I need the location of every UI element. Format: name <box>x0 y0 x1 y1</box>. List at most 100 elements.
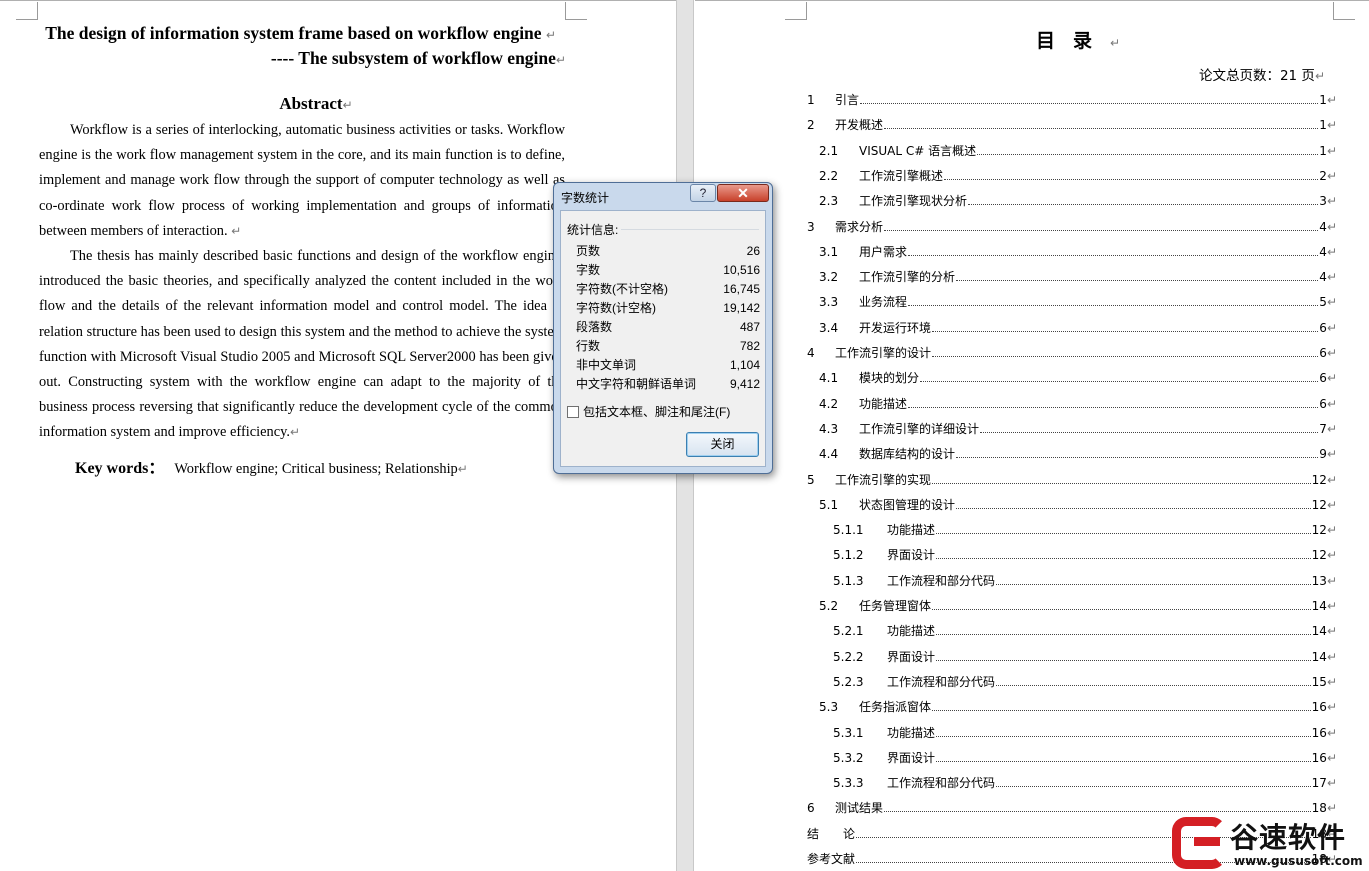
toc-entry-page: 14 <box>1311 599 1327 613</box>
document-title-line2[interactable]: ---- The subsystem of workflow engine↵ <box>40 48 566 69</box>
toc-entry[interactable]: 5.1.2 界面设计 12 ↵ <box>807 546 1337 566</box>
toc-entry[interactable]: 3.3 业务流程 5 ↵ <box>807 293 1337 313</box>
toc-entry-page: 15 <box>1311 674 1327 689</box>
include-textboxes-checkbox[interactable]: 包括文本框、脚注和尾注(F) <box>567 403 730 420</box>
paragraph-mark: ↵ <box>1326 649 1337 664</box>
toc-entry-text: 工作流引擎的分析 <box>859 270 956 285</box>
stat-value: 9,412 <box>729 377 760 391</box>
document-title-line1[interactable]: The design of information system frame b… <box>40 23 556 44</box>
toc-entry[interactable]: 5.2 任务管理窗体 14 ↵ <box>807 597 1337 617</box>
toc-entry-number: 5 <box>807 472 815 487</box>
toc-entry[interactable]: 4.3 工作流引擎的详细设计 7 ↵ <box>807 420 1337 440</box>
stat-row: 页数 26 <box>576 242 760 261</box>
toc-entry-number: 2 <box>807 118 815 133</box>
stat-row: 段落数 487 <box>576 318 760 337</box>
toc-entry[interactable]: 5.1.1 功能描述 12 ↵ <box>807 521 1337 541</box>
paragraph-mark: ↵ <box>1326 270 1337 285</box>
toc-entry[interactable]: 5.3.3 工作流程和部分代码 17 ↵ <box>807 774 1337 794</box>
toc-dot-leader <box>908 406 1319 408</box>
statistics-section-label: 统计信息: <box>567 223 619 237</box>
stat-value: 10,516 <box>723 263 760 277</box>
paragraph-mark: ↵ <box>1326 396 1337 411</box>
toc-entry-text: 数据库结构的设计 <box>859 447 956 462</box>
toc-entry-text: 功能描述 <box>887 523 936 538</box>
toc-dot-leader <box>936 735 1311 737</box>
paragraph-mark: ↵ <box>1326 93 1337 107</box>
toc-entry[interactable]: 4 工作流引擎的设计 6 ↵ <box>807 344 1337 364</box>
toc-entry-page: 4 <box>1319 219 1327 234</box>
toc-entry-number: 5.2.3 <box>833 674 864 689</box>
toc-entry[interactable]: 4.4 数据库结构的设计 9 ↵ <box>807 445 1337 465</box>
toc-entry[interactable]: 5.3.2 界面设计 16 ↵ <box>807 749 1337 769</box>
stat-row: 字符数(不计空格) 16,745 <box>576 280 760 299</box>
toc-dot-leader <box>884 811 1311 813</box>
toc-entry-text: 界面设计 <box>887 750 936 765</box>
toc-entry[interactable]: 5 工作流引擎的实现 12 ↵ <box>807 471 1337 491</box>
toc-dot-leader <box>884 128 1319 130</box>
paragraph-mark: ↵ <box>1326 523 1337 538</box>
paragraph-mark: ↵ <box>1326 497 1337 512</box>
toc-entry-text: 工作流引擎的设计 <box>835 346 932 360</box>
paragraph-mark: ↵ <box>1326 244 1337 259</box>
toc-entry[interactable]: 4.2 功能描述 6 ↵ <box>807 395 1337 415</box>
page-top-edge-left <box>0 0 676 1</box>
toc-entry[interactable]: 5.1.3 工作流程和部分代码 13 ↵ <box>807 572 1337 592</box>
toc-entry-number: 5.1.1 <box>833 523 864 538</box>
page-top-edge-right <box>695 0 1369 1</box>
toc-entry[interactable]: 3 需求分析 4 ↵ <box>807 218 1337 238</box>
toc-dot-leader <box>920 381 1319 383</box>
toc-entry[interactable]: 2.3 工作流引擎现状分析 3 ↵ <box>807 192 1337 212</box>
toc-entry-page: 3 <box>1319 194 1327 209</box>
toc-entry[interactable]: 5.3 任务指派窗体 16 ↵ <box>807 698 1337 718</box>
paragraph-mark: ↵ <box>1326 725 1337 740</box>
toc-entry-text: 工作流引擎概述 <box>859 168 944 183</box>
paragraph-mark: ↵ <box>1326 700 1337 715</box>
toc-entry[interactable]: 4.1 模块的划分 6 ↵ <box>807 369 1337 389</box>
toc-entry[interactable]: 3.1 用户需求 4 ↵ <box>807 243 1337 263</box>
toc-entry[interactable]: 5.2.3 工作流程和部分代码 15 ↵ <box>807 673 1337 693</box>
keywords-line[interactable]: Key words： Workflow engine; Critical busi… <box>75 454 468 478</box>
paragraph-mark: ↵ <box>1326 447 1337 462</box>
toc-entry-text: 引言 <box>835 93 860 107</box>
abstract-paragraph-1[interactable]: Workflow is a series of interlocking, au… <box>39 118 565 244</box>
stat-row: 字数 10,516 <box>576 261 760 280</box>
toc-entry-number: 4 <box>807 346 815 360</box>
toc-entry[interactable]: 2.2 工作流引擎概述 2 ↵ <box>807 167 1337 187</box>
toc-dot-leader <box>932 609 1311 610</box>
toc-title[interactable]: 目录↵ <box>1036 26 1120 53</box>
close-button[interactable]: 关闭 <box>686 432 759 457</box>
toc-dot-leader <box>932 356 1319 357</box>
paragraph-mark: ↵ <box>1326 472 1337 487</box>
stat-label: 字数 <box>576 263 601 277</box>
toc-entry[interactable]: 1 引言 1 ↵ <box>807 91 1337 111</box>
toc-entry[interactable]: 3.4 开发运行环境 6 ↵ <box>807 319 1337 339</box>
toc-entry[interactable]: 2.1 VISUAL C# 语言概述 1 ↵ <box>807 142 1337 162</box>
toc-entry-number: 3.2 <box>819 270 839 285</box>
toc-entry[interactable]: 5.3.1 功能描述 16 ↵ <box>807 724 1337 744</box>
toc-entry-text: 工作流引擎现状分析 <box>859 194 968 209</box>
toc-entry[interactable]: 3.2 工作流引擎的分析 4 ↵ <box>807 268 1337 288</box>
paragraph-mark: ↵ <box>1326 776 1337 791</box>
paragraph-mark: ↵ <box>1326 219 1337 234</box>
toc-entry-text: 模块的划分 <box>859 371 920 386</box>
toc-entry[interactable]: 2 开发概述 1 ↵ <box>807 116 1337 136</box>
help-button[interactable]: ? <box>690 184 716 202</box>
toc-entry[interactable]: 5.2.2 界面设计 14 ↵ <box>807 648 1337 668</box>
toc-dot-leader <box>932 482 1311 484</box>
toc-entry-number: 2.2 <box>819 168 839 183</box>
stat-label: 页数 <box>576 244 601 258</box>
paragraph-mark: ↵ <box>1326 624 1337 639</box>
toc-entry-number: 5.3.3 <box>833 776 864 791</box>
close-window-icon[interactable]: ✕ <box>717 184 769 202</box>
stat-label: 中文字符和朝鲜语单词 <box>576 377 697 391</box>
toc-dot-leader <box>860 103 1319 104</box>
total-pages-label[interactable]: 论文总页数：21 页↵ <box>1199 64 1325 84</box>
abstract-paragraph-2[interactable]: The thesis has mainly described basic fu… <box>39 244 565 446</box>
toc-entry[interactable]: 5.2.1 功能描述 14 ↵ <box>807 622 1337 642</box>
toc-entry-page: 18 <box>1311 801 1327 816</box>
abstract-heading[interactable]: Abstract↵ <box>40 94 592 114</box>
toc-entry[interactable]: 5.1 状态图管理的设计 12 ↵ <box>807 496 1337 516</box>
checkbox-icon[interactable] <box>567 406 579 418</box>
toc-entry-text: 参考文献 <box>807 852 856 866</box>
toc-entry-number: 5.1.3 <box>833 573 864 588</box>
